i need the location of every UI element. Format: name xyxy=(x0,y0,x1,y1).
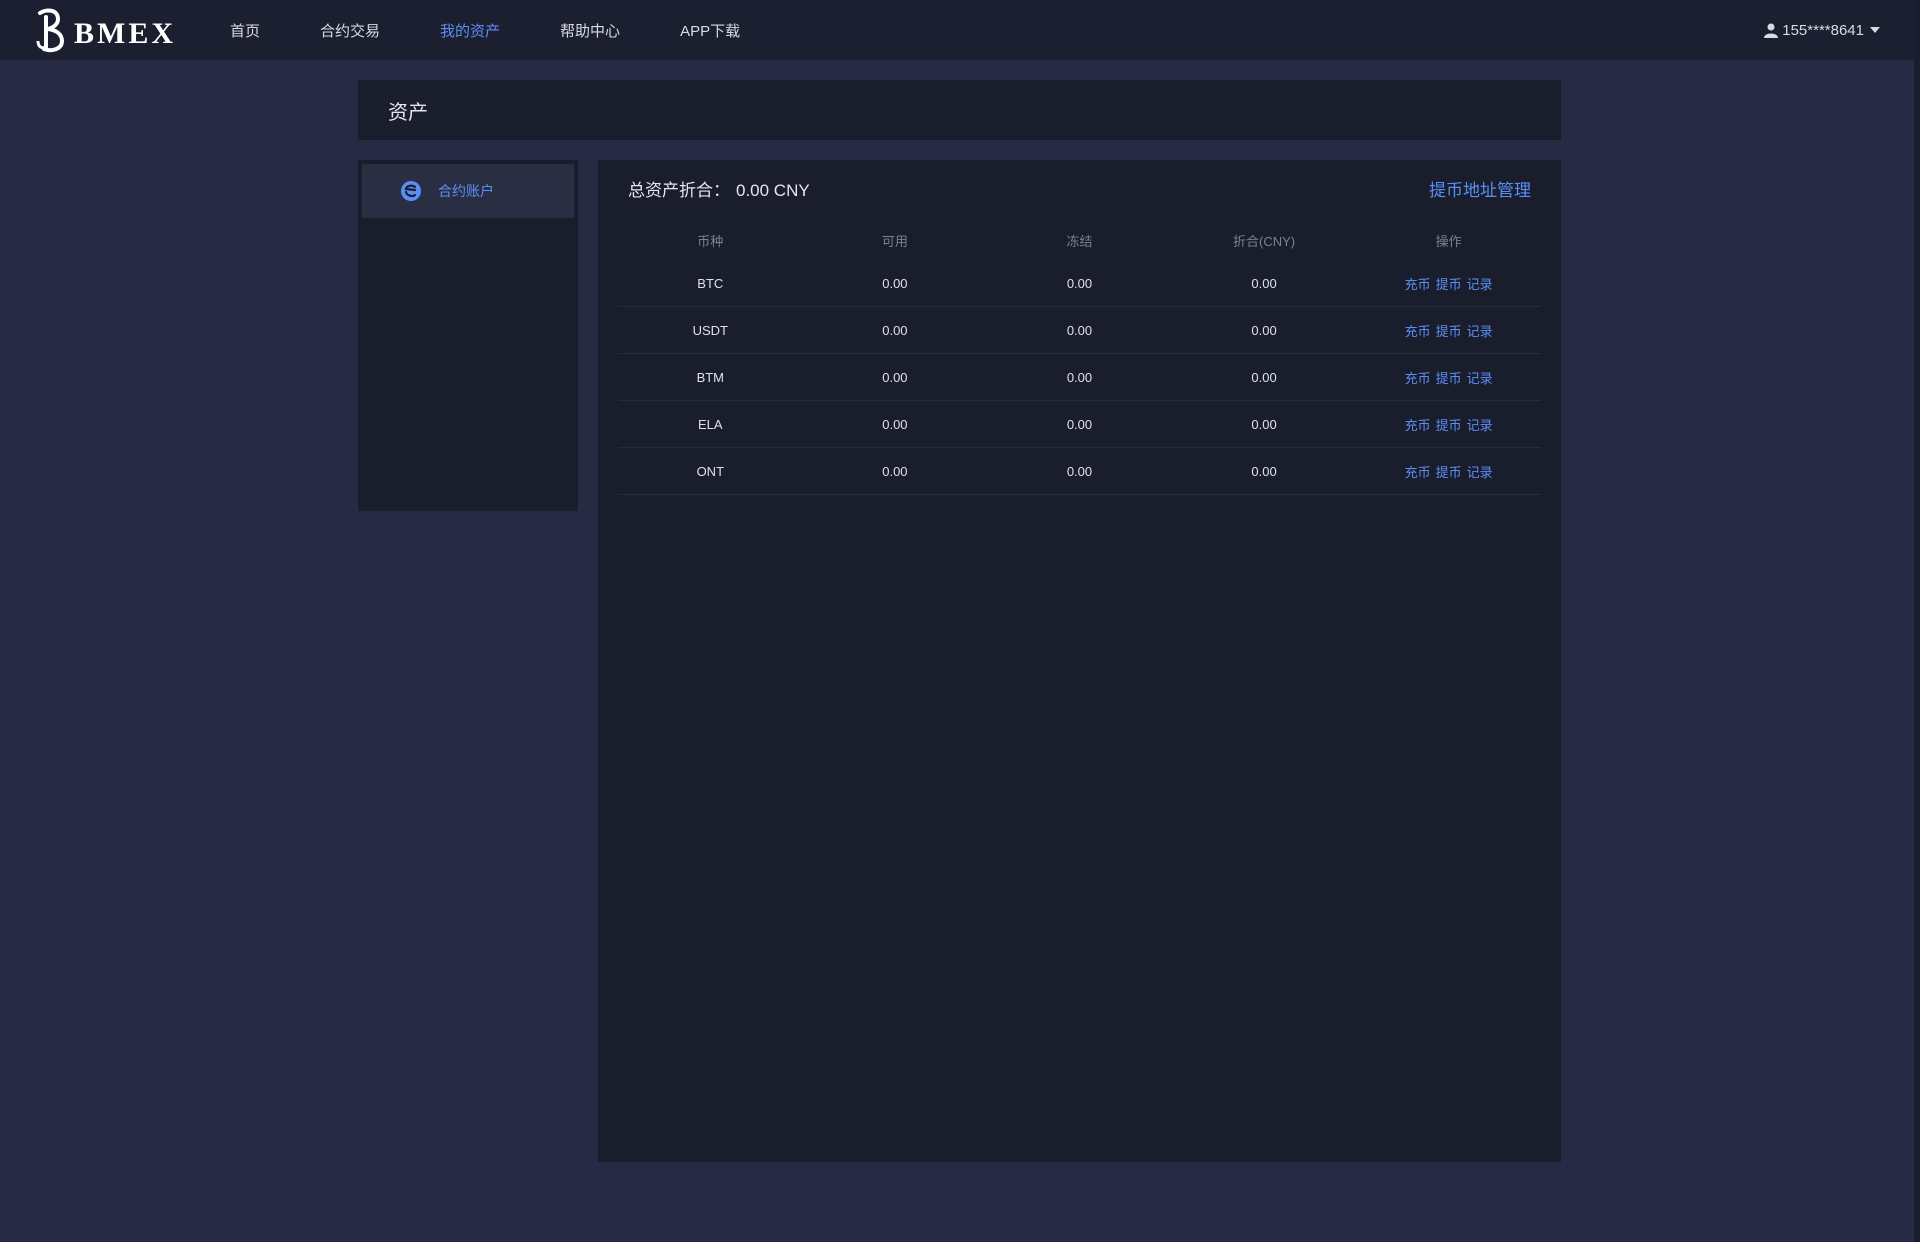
actions-cell: 充币 提币 记录 xyxy=(1356,462,1541,481)
records-link[interactable]: 记录 xyxy=(1467,462,1493,481)
coin-cell: USDT xyxy=(692,322,728,338)
records-link[interactable]: 记录 xyxy=(1467,415,1493,434)
withdraw-link[interactable]: 提币 xyxy=(1436,462,1462,481)
page-title: 资产 xyxy=(388,101,428,124)
withdraw-link[interactable]: 提币 xyxy=(1436,321,1462,340)
table-row: USDT 0.00 0.00 0.00 充币 提币 记录 xyxy=(618,307,1541,354)
nav-item-contract-trading[interactable]: 合约交易 xyxy=(320,20,380,41)
total-assets-label: 总资产折合： xyxy=(628,181,730,200)
actions-cell: 充币 提币 记录 xyxy=(1356,274,1541,293)
deposit-link[interactable]: 充币 xyxy=(1405,415,1431,434)
coin-cell: ONT xyxy=(696,463,725,479)
main-nav: 首页 合约交易 我的资产 帮助中心 APP下载 xyxy=(230,0,800,60)
user-account-label: 155****8641 xyxy=(1782,21,1864,39)
table-row: ELA 0.00 0.00 0.00 充币 提币 记录 xyxy=(618,401,1541,448)
frozen-cell: 0.00 xyxy=(1066,463,1093,479)
actions-cell: 充币 提币 记录 xyxy=(1356,368,1541,387)
scrollbar-track[interactable] xyxy=(1914,0,1920,1242)
column-header-coin: 币种 xyxy=(697,233,724,249)
deposit-link[interactable]: 充币 xyxy=(1405,462,1431,481)
frozen-cell: 0.00 xyxy=(1066,322,1093,338)
withdraw-link[interactable]: 提币 xyxy=(1436,368,1462,387)
table-row: BTC 0.00 0.00 0.00 充币 提币 记录 xyxy=(618,260,1541,307)
cny-cell: 0.00 xyxy=(1251,275,1277,291)
records-link[interactable]: 记录 xyxy=(1467,274,1493,293)
logo[interactable]: BMEX xyxy=(32,6,176,54)
withdraw-link[interactable]: 提币 xyxy=(1436,274,1462,293)
user-icon xyxy=(1764,23,1779,38)
nav-item-help-center[interactable]: 帮助中心 xyxy=(560,20,620,41)
frozen-cell: 0.00 xyxy=(1066,369,1093,385)
column-header-available: 可用 xyxy=(881,233,908,249)
available-cell: 0.00 xyxy=(882,416,908,432)
sidebar: 合约账户 xyxy=(358,160,578,511)
sidebar-item-label: 合约账户 xyxy=(438,183,494,199)
actions-cell: 充币 提币 记录 xyxy=(1356,321,1541,340)
frozen-cell: 0.00 xyxy=(1066,416,1093,432)
withdraw-address-management-link[interactable]: 提币地址管理 xyxy=(1429,176,1531,201)
records-link[interactable]: 记录 xyxy=(1467,368,1493,387)
frozen-cell: 0.00 xyxy=(1066,275,1093,291)
user-menu[interactable]: 155****8641 xyxy=(1764,0,1880,60)
column-header-frozen: 冻结 xyxy=(1066,233,1093,249)
nav-item-my-assets[interactable]: 我的资产 xyxy=(440,20,500,41)
available-cell: 0.00 xyxy=(882,463,908,479)
total-assets: 总资产折合： 0.00 CNY xyxy=(628,176,810,201)
deposit-link[interactable]: 充币 xyxy=(1405,368,1431,387)
chevron-down-icon xyxy=(1870,27,1880,33)
column-header-actions: 操作 xyxy=(1435,233,1462,249)
contract-account-icon xyxy=(401,181,421,201)
available-cell: 0.00 xyxy=(882,275,908,291)
assets-table: 币种 可用 冻结 折合(CNY) 操作 BTC 0.00 0.00 0.00 充… xyxy=(618,220,1541,495)
logo-text: BMEX xyxy=(74,17,176,50)
total-assets-value: 0.00 CNY xyxy=(736,181,810,200)
top-navigation-bar: BMEX 首页 合约交易 我的资产 帮助中心 APP下载 155****8641 xyxy=(0,0,1920,60)
table-row: BTM 0.00 0.00 0.00 充币 提币 记录 xyxy=(618,354,1541,401)
deposit-link[interactable]: 充币 xyxy=(1405,321,1431,340)
table-row: ONT 0.00 0.00 0.00 充币 提币 记录 xyxy=(618,448,1541,495)
deposit-link[interactable]: 充币 xyxy=(1405,274,1431,293)
column-header-cny: 折合(CNY) xyxy=(1233,233,1296,249)
cny-cell: 0.00 xyxy=(1251,416,1277,432)
available-cell: 0.00 xyxy=(882,322,908,338)
coin-cell: BTM xyxy=(696,369,725,385)
coin-cell: ELA xyxy=(698,416,723,432)
records-link[interactable]: 记录 xyxy=(1467,321,1493,340)
withdraw-link[interactable]: 提币 xyxy=(1436,415,1462,434)
cny-cell: 0.00 xyxy=(1251,463,1277,479)
logo-mark-icon xyxy=(36,8,65,53)
cny-cell: 0.00 xyxy=(1251,322,1277,338)
available-cell: 0.00 xyxy=(882,369,908,385)
cny-cell: 0.00 xyxy=(1251,369,1277,385)
coin-cell: BTC xyxy=(697,275,724,291)
nav-item-app-download[interactable]: APP下载 xyxy=(680,20,740,41)
sidebar-item-contract-account[interactable]: 合约账户 xyxy=(362,164,574,218)
table-header: 币种 可用 冻结 折合(CNY) 操作 xyxy=(618,220,1541,260)
nav-item-home[interactable]: 首页 xyxy=(230,20,260,41)
actions-cell: 充币 提币 记录 xyxy=(1356,415,1541,434)
assets-panel: 总资产折合： 0.00 CNY 提币地址管理 币种 可用 冻结 折合(CNY) 操… xyxy=(598,160,1561,1162)
page-header: 资产 xyxy=(358,80,1561,140)
